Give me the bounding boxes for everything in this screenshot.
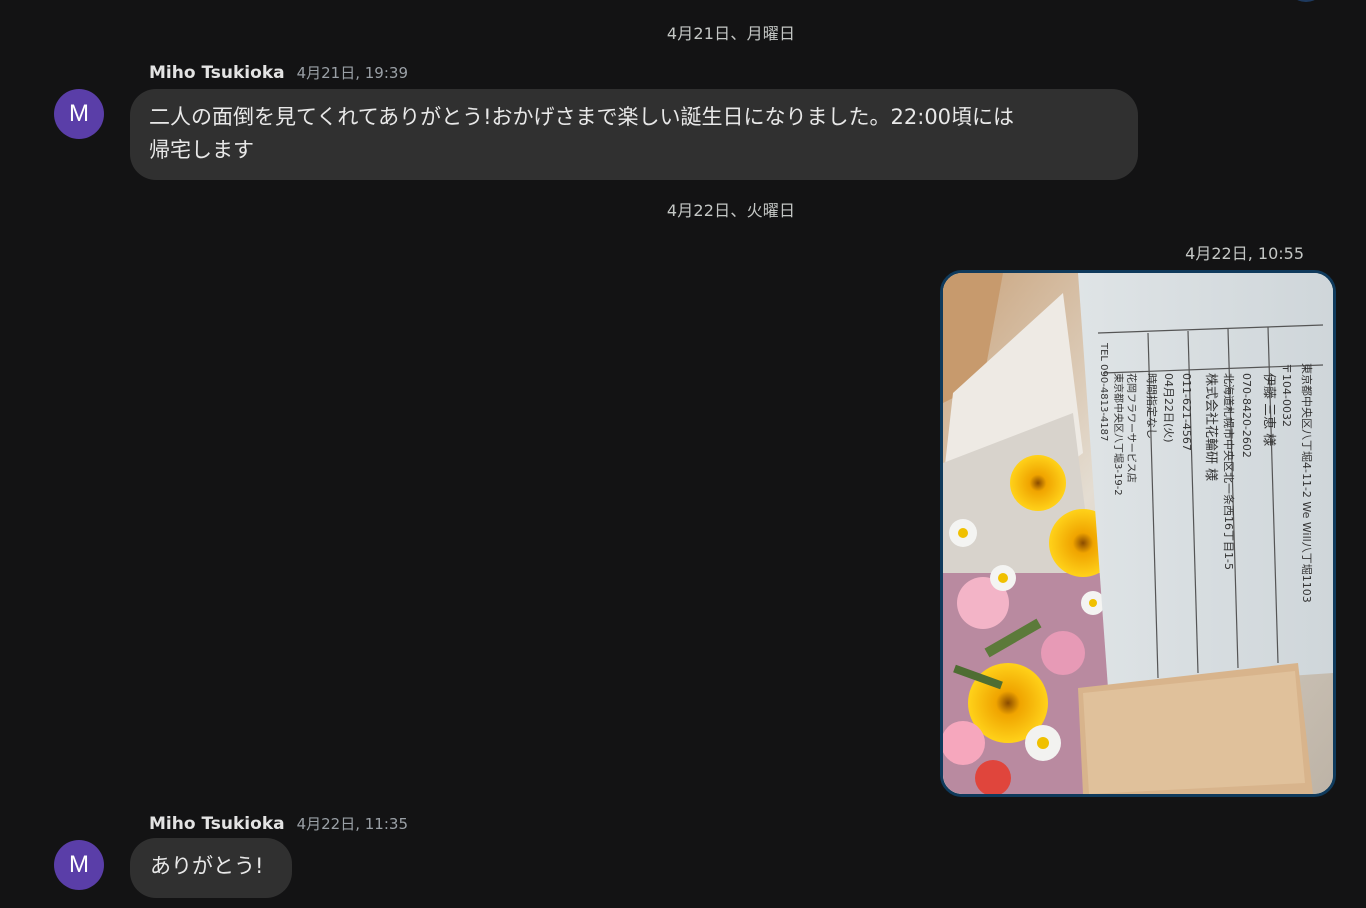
svg-text:東京都中央区八丁堀3-19-2: 東京都中央区八丁堀3-19-2 bbox=[1112, 373, 1125, 496]
message-header: Miho Tsukioka 4月21日, 19:39 bbox=[149, 62, 408, 83]
svg-text:〒104-0032: 〒104-0032 bbox=[1280, 363, 1293, 427]
message-text-line: 帰宅します bbox=[149, 138, 254, 162]
message-timestamp: 4月22日, 11:35 bbox=[296, 815, 408, 833]
svg-text:時間指定なし: 時間指定なし bbox=[1145, 373, 1159, 439]
message-bubble[interactable]: ありがとう! bbox=[130, 838, 292, 898]
message-header: Miho Tsukioka 4月22日, 11:35 bbox=[149, 813, 408, 834]
svg-text:011-621-4567: 011-621-4567 bbox=[1180, 373, 1193, 451]
svg-text:04月22日(火): 04月22日(火) bbox=[1162, 373, 1175, 443]
svg-text:株式会社花輪研 様: 株式会社花輪研 様 bbox=[1203, 373, 1219, 481]
svg-text:伊藤 三恵 様: 伊藤 三恵 様 bbox=[1261, 373, 1276, 446]
svg-text:花岡フラワーサービス店: 花岡フラワーサービス店 bbox=[1125, 373, 1138, 483]
photo-image: 東京都中央区八丁堀4-11-2 We Will八丁堀1103 〒104-0032… bbox=[943, 273, 1333, 794]
svg-text:070-8420-2602: 070-8420-2602 bbox=[1240, 373, 1253, 458]
photo-attachment[interactable]: 東京都中央区八丁堀4-11-2 We Will八丁堀1103 〒104-0032… bbox=[940, 270, 1336, 797]
message-bubble[interactable]: 二人の面倒を見てくれてありがとう!おかげさまで楽しい誕生日になりました。22:0… bbox=[130, 89, 1138, 180]
message-timestamp: 4月21日, 19:39 bbox=[296, 64, 408, 82]
message-timestamp: 4月22日, 10:55 bbox=[1185, 244, 1304, 263]
date-divider: 4月21日、月曜日 bbox=[666, 24, 796, 43]
message-text-line: 二人の面倒を見てくれてありがとう!おかげさまで楽しい誕生日になりました。22:0… bbox=[149, 105, 1015, 129]
date-divider: 4月22日、火曜日 bbox=[666, 201, 796, 220]
avatar[interactable]: M bbox=[54, 840, 104, 890]
partial-avatar[interactable] bbox=[1286, 0, 1326, 2]
message-text: ありがとう! bbox=[150, 854, 264, 878]
svg-text:北海道札幌市中央区北一条西16丁目1-5: 北海道札幌市中央区北一条西16丁目1-5 bbox=[1222, 373, 1236, 570]
chat-thread: 4月21日、月曜日 Miho Tsukioka 4月21日, 19:39 M 二… bbox=[0, 0, 1366, 908]
svg-text:東京都中央区八丁堀4-11-2 We Will八丁堀1103: 東京都中央区八丁堀4-11-2 We Will八丁堀1103 bbox=[1300, 363, 1314, 603]
sender-name: Miho Tsukioka bbox=[149, 814, 285, 834]
sender-name: Miho Tsukioka bbox=[149, 63, 285, 83]
avatar[interactable]: M bbox=[54, 89, 104, 139]
svg-text:TEL 090-4813-4187: TEL 090-4813-4187 bbox=[1098, 342, 1109, 441]
